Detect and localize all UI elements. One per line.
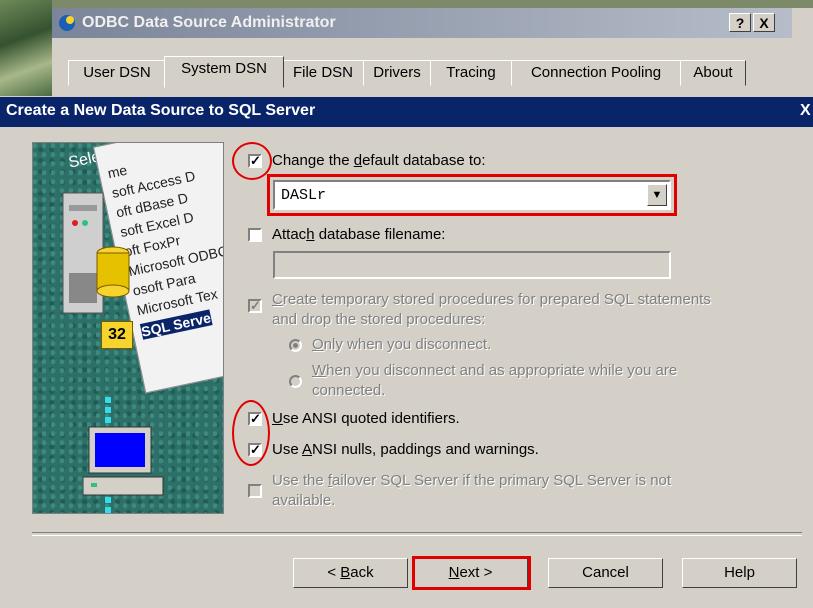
separator (32, 532, 802, 536)
radio-only-disconnect-label: Only when you disconnect. (312, 336, 492, 353)
wizard-illustration: Select a driver for me soft Access D oft… (32, 142, 224, 514)
dialog-title: Create a New Data Source to SQL Server (6, 102, 316, 119)
desktop-wallpaper (0, 0, 52, 96)
temp-procs-label-2: and drop the stored procedures: (272, 311, 486, 328)
radio-appropriate-label-2: connected. (312, 382, 386, 399)
failover-label: Use the failover SQL Server if the prima… (272, 472, 672, 489)
computer-icon (83, 426, 164, 496)
close-title-button[interactable]: X (753, 13, 775, 32)
tab-system-dsn[interactable]: System DSN (164, 56, 284, 88)
back-button[interactable]: < Back (293, 558, 408, 588)
annotation-box (412, 556, 531, 590)
tab-tracing[interactable]: Tracing (430, 60, 512, 86)
tab-connection-pooling[interactable]: Connection Pooling (511, 60, 681, 86)
desktop-strip (52, 0, 813, 8)
radio-only-disconnect (289, 339, 302, 352)
odbc-title: ODBC Data Source Administrator (82, 14, 336, 31)
attach-checkbox[interactable] (248, 228, 262, 242)
annotation-box (267, 174, 677, 216)
cancel-button[interactable]: Cancel (548, 558, 663, 588)
server-icon (62, 192, 130, 314)
failover-checkbox (248, 484, 262, 498)
odbc-title-bar: ODBC Data Source Administrator ? X (52, 8, 792, 38)
failover-label-2: available. (272, 492, 336, 509)
ansi-quoted-label: Use ANSI quoted identifiers. (272, 410, 460, 427)
help-title-button[interactable]: ? (729, 13, 751, 32)
help-button[interactable]: Help (682, 558, 797, 588)
tab-user-dsn[interactable]: User DSN (68, 60, 166, 86)
odbc-window: ODBC Data Source Administrator ? X User … (0, 0, 813, 96)
odbc-app-icon (59, 15, 75, 31)
odbc-tab-strip: User DSN System DSN File DSN Drivers Tra… (52, 38, 813, 96)
annotation-ellipse (232, 400, 270, 466)
annotation-ellipse (232, 142, 272, 180)
attach-filename-field[interactable] (273, 251, 671, 279)
dialog-close-button[interactable]: X (800, 102, 811, 120)
temp-procs-label: Create temporary stored procedures for p… (272, 291, 711, 308)
attach-label: Attach database filename: (272, 226, 446, 243)
bit-badge: 32 (101, 321, 133, 349)
radio-disconnect-appropriate (289, 375, 302, 388)
dialog-title-bar: Create a New Data Source to SQL Server X (0, 97, 813, 127)
change-db-label: Change the default database to: (272, 152, 486, 169)
radio-appropriate-label: When you disconnect and as appropriate w… (312, 362, 678, 379)
tab-drivers[interactable]: Drivers (363, 60, 431, 86)
ansi-nulls-label: Use ANSI nulls, paddings and warnings. (272, 441, 539, 458)
driver-text: me (106, 161, 129, 182)
temp-procs-checkbox: ✓ (248, 298, 262, 313)
tab-about[interactable]: About (680, 60, 746, 86)
tab-file-dsn[interactable]: File DSN (282, 60, 364, 86)
